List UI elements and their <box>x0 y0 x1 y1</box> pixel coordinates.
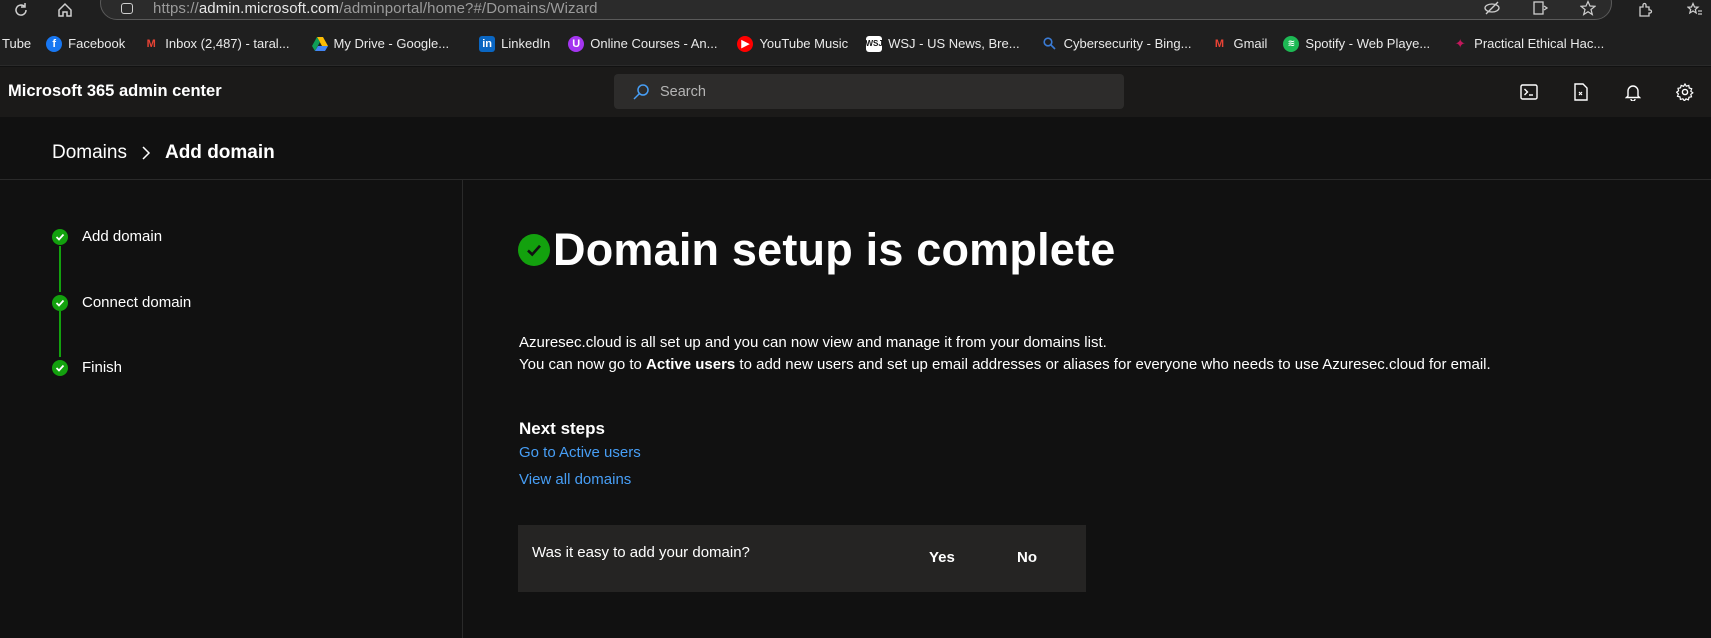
bookmark-label: My Drive - Google... <box>333 36 450 51</box>
favorites-icon[interactable] <box>1684 0 1706 20</box>
step-connector <box>59 311 61 357</box>
bookmark-inbox[interactable]: M Inbox (2,487) - taral... <box>143 36 290 52</box>
checkmark-icon <box>52 359 68 376</box>
youtube-music-icon: ▶ <box>737 35 754 52</box>
settings-gear-icon[interactable] <box>1659 67 1711 117</box>
page-title: Domain setup is complete <box>553 224 1116 275</box>
bookmark-label: Online Courses - An... <box>590 36 718 51</box>
bookmark-spotify[interactable]: ≋ Spotify - Web Playe... <box>1283 35 1431 52</box>
feedback-no-button[interactable]: No <box>1017 549 1037 566</box>
browser-toolbar: https://admin.microsoft.com/adminportal/… <box>0 0 1711 22</box>
breadcrumb-current: Add domain <box>164 142 275 163</box>
step-label: Add domain <box>82 228 163 245</box>
bing-search-icon <box>1042 36 1058 52</box>
bookmark-label: WSJ - US News, Bre... <box>888 36 1020 51</box>
checkmark-icon <box>52 228 68 245</box>
app-title[interactable]: Microsoft 365 admin center <box>8 82 222 101</box>
bookmark-label: LinkedIn <box>501 36 551 51</box>
facebook-icon: f <box>46 35 63 52</box>
notifications-bell-icon[interactable] <box>1607 67 1659 117</box>
url-text[interactable]: https://admin.microsoft.com/adminportal/… <box>153 0 598 17</box>
step-finish[interactable]: Finish <box>52 359 122 376</box>
step-add-domain[interactable]: Add domain <box>52 228 162 245</box>
bookmark-online-courses[interactable]: U Online Courses - An... <box>568 35 718 52</box>
success-check-icon <box>518 234 550 266</box>
bookmark-youtube-music[interactable]: ▶ YouTube Music <box>737 35 849 52</box>
tcm-icon: ✦ <box>1454 35 1466 51</box>
breadcrumb: Domains Add domain <box>52 142 275 164</box>
bookmark-practical-ethical-hacking[interactable]: ✦ Practical Ethical Hac... <box>1452 35 1605 52</box>
tracking-prevention-icon[interactable] <box>1483 0 1501 17</box>
udemy-icon: U <box>568 35 585 52</box>
bookmark-google-drive[interactable]: My Drive - Google... <box>311 36 450 52</box>
bookmark-facebook[interactable]: f Facebook <box>46 35 126 52</box>
bookmark-bing[interactable]: Cybersecurity - Bing... <box>1042 36 1192 52</box>
read-aloud-icon[interactable] <box>1531 0 1549 17</box>
chevron-right-icon <box>141 145 151 161</box>
step-label: Finish <box>82 359 123 376</box>
checkmark-icon <box>52 294 68 311</box>
text-segment: to add new users and set up email addres… <box>735 356 1491 373</box>
feedback-panel: Was it easy to add your domain? Yes No <box>518 525 1086 592</box>
breadcrumb-domains-link[interactable]: Domains <box>52 142 127 164</box>
bookmark-gmail[interactable]: M Gmail <box>1211 36 1268 52</box>
completion-heading: Domain setup is complete <box>518 224 1115 276</box>
bookmark-label: Spotify - Web Playe... <box>1305 36 1431 51</box>
next-steps-heading: Next steps <box>519 419 605 438</box>
bookmark-label: YouTube Music <box>759 36 849 51</box>
bookmark-wsj[interactable]: WSJ WSJ - US News, Bre... <box>865 35 1020 52</box>
linkedin-icon: in <box>479 35 496 52</box>
site-info-icon[interactable] <box>121 3 133 14</box>
bookmark-label: Gmail <box>1233 36 1268 51</box>
favorite-star-icon[interactable] <box>1579 0 1597 17</box>
bookmark-label: Facebook <box>68 36 126 51</box>
bookmark-label: Practical Ethical Hac... <box>1474 36 1605 51</box>
step-connect-domain[interactable]: Connect domain <box>52 294 191 311</box>
bookmarks-bar: Tube f Facebook M Inbox (2,487) - taral.… <box>0 22 1711 66</box>
search-icon <box>632 83 650 106</box>
view-all-domains-link[interactable]: View all domains <box>519 471 631 488</box>
app-header: Microsoft 365 admin center <box>0 67 1711 117</box>
search-input[interactable] <box>660 74 1110 109</box>
bookmark-label: Cybersecurity - Bing... <box>1063 36 1192 51</box>
google-drive-icon <box>311 36 328 52</box>
text-segment: You can now go to <box>519 356 647 373</box>
step-connector <box>59 246 61 292</box>
status-text-line1: Azuresec.cloud is all set up and you can… <box>519 334 1107 351</box>
home-icon[interactable] <box>54 0 76 20</box>
wsj-icon: WSJ <box>865 35 883 52</box>
status-text-line2: You can now go to Active users to add ne… <box>519 356 1491 373</box>
gmail-icon: M <box>146 37 156 50</box>
header-divider <box>0 179 1711 180</box>
search-box[interactable] <box>614 74 1124 109</box>
text-bold-active-users: Active users <box>646 356 736 373</box>
feedback-yes-button[interactable]: Yes <box>929 549 955 566</box>
address-bar[interactable]: https://admin.microsoft.com/adminportal/… <box>100 0 1612 20</box>
extensions-icon[interactable] <box>1634 0 1656 20</box>
gmail-icon: M <box>1214 37 1225 50</box>
step-label: Connect domain <box>82 294 192 311</box>
refresh-icon[interactable] <box>10 0 32 20</box>
bookmark-label: Tube <box>2 36 32 51</box>
bookmark-linkedin[interactable]: in LinkedIn <box>479 35 551 52</box>
bookmark-youtube[interactable]: Tube <box>2 36 31 51</box>
bookmark-label: Inbox (2,487) - taral... <box>165 36 290 51</box>
spotify-icon: ≋ <box>1283 35 1300 52</box>
feedback-question: Was it easy to add your domain? <box>532 544 750 561</box>
cloud-shell-icon[interactable] <box>1503 67 1555 117</box>
document-icon[interactable] <box>1555 67 1607 117</box>
go-to-active-users-link[interactable]: Go to Active users <box>519 444 641 461</box>
sidebar-divider <box>462 180 463 638</box>
